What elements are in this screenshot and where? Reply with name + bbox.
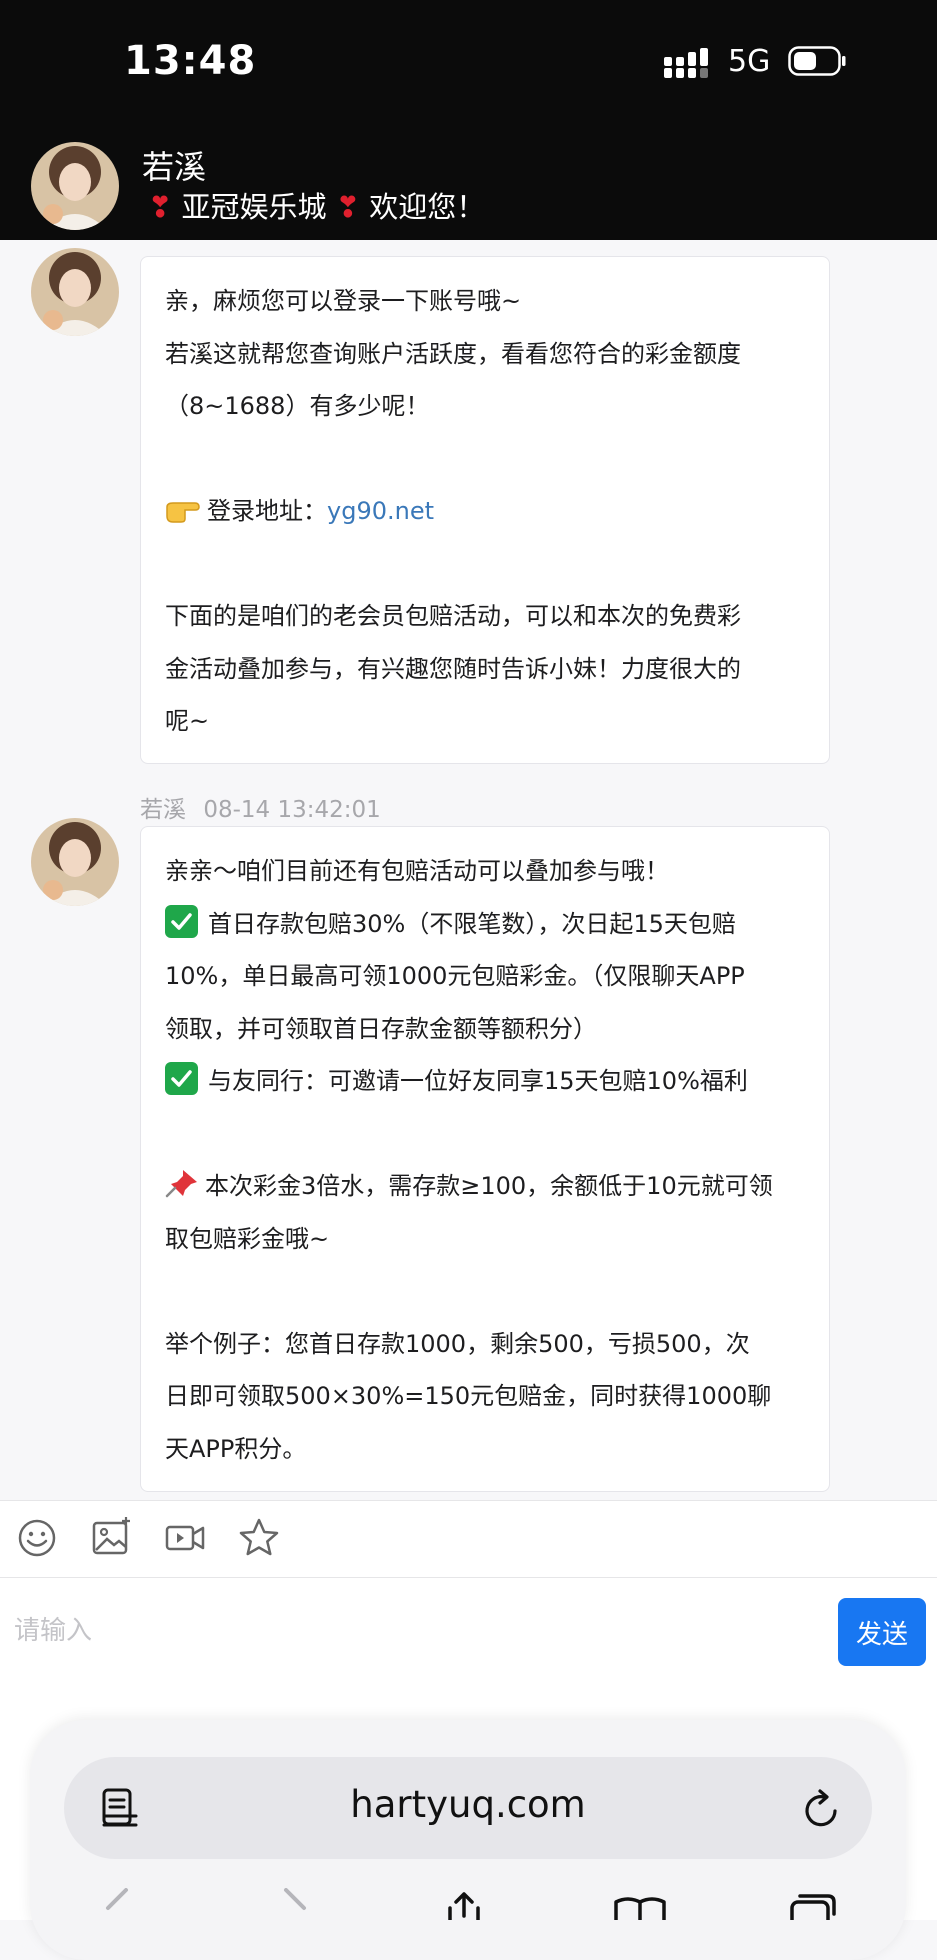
pin-text: 本次彩金3倍水，需存款≥100，余额低于10元就可领 <box>205 1172 773 1200</box>
composer-toolbar <box>0 1500 937 1578</box>
chat-header: 13:48 5G 若溪 ❣ 亚冠娱乐城 ❣ 欢迎您！ <box>0 0 937 240</box>
message-line: 领取，并可领取首日存款金额等额积分） <box>165 1014 597 1043</box>
pushpin-icon <box>165 1170 197 1198</box>
share-icon[interactable] <box>444 1892 484 1920</box>
login-link[interactable]: yg90.net <box>327 497 434 525</box>
bookmarks-icon[interactable] <box>612 1896 668 1920</box>
checkmark-icon <box>165 1062 198 1095</box>
video-icon[interactable] <box>164 1517 206 1559</box>
header-welcome: ❣ 亚冠娱乐城 ❣ 欢迎您！ <box>148 184 485 226</box>
tabs-icon[interactable] <box>788 1894 840 1920</box>
bullet-text: 与友同行：可邀请一位好友同享15天包赔10%福利 <box>208 1067 748 1095</box>
status-time: 13:48 <box>124 38 257 84</box>
chat-message-list[interactable]: 亲，麻烦您可以登录一下账号哦~ 若溪这就帮您查询账户活跃度，看看您符合的彩金额度… <box>0 240 937 1500</box>
emoji-icon[interactable] <box>16 1517 58 1559</box>
agent-name: 若溪 <box>142 148 207 186</box>
message-line: 10%，单日最高可领1000元包赔彩金。（仅限聊天APP <box>165 962 745 990</box>
pointing-hand-icon <box>166 502 200 523</box>
message-bubble: 亲亲～咱们目前还有包赔活动可以叠加参与哦！ 首日存款包赔30%（不限笔数），次日… <box>140 826 830 1492</box>
image-icon[interactable] <box>90 1517 132 1559</box>
url-text[interactable]: hartyuq.com <box>64 1783 872 1826</box>
message-bubble: 亲，麻烦您可以登录一下账号哦~ 若溪这就帮您查询账户活跃度，看看您符合的彩金额度… <box>140 256 830 764</box>
message-line: 亲亲～咱们目前还有包赔活动可以叠加参与哦！ <box>165 857 669 885</box>
message-avatar <box>31 248 119 336</box>
message-line: 若溪这就帮您查询账户活跃度，看看您符合的彩金额度 <box>165 339 741 368</box>
address-bar[interactable]: hartyuq.com <box>64 1757 872 1859</box>
message-line: 金活动叠加参与，有兴趣您随时告诉小妹！力度很大的 <box>165 654 741 683</box>
pin-line: 本次彩金3倍水，需存款≥100，余额低于10元就可领 <box>165 1160 807 1213</box>
back-icon[interactable] <box>100 1888 130 1920</box>
star-icon[interactable] <box>238 1517 280 1559</box>
forward-icon[interactable] <box>282 1888 312 1920</box>
message-line: 呢~ <box>165 707 210 735</box>
message-input[interactable] <box>12 1600 816 1662</box>
login-address-label: 登录地址： <box>207 497 327 525</box>
message-sender: 若溪 <box>140 797 186 823</box>
heart-icon: ❣ <box>148 190 173 224</box>
network-type: 5G <box>728 44 771 79</box>
heart-icon: ❣ <box>335 190 361 224</box>
cellular-signal-icon <box>664 48 708 78</box>
agent-avatar[interactable] <box>31 142 119 230</box>
reload-icon[interactable] <box>802 1787 842 1829</box>
welcome-text: 欢迎您！ <box>369 190 486 224</box>
message-line: 举个例子：您首日存款1000，剩余500，亏损500，次 <box>165 1329 750 1358</box>
message-line: 亲，麻烦您可以登录一下账号哦~ <box>165 287 522 315</box>
message-line: 日即可领取500×30%=150元包赔金，同时获得1000聊 <box>165 1382 772 1410</box>
message-timestamp: 08-14 13:42:01 <box>203 797 381 823</box>
composer: 发送 <box>0 1578 937 1698</box>
bullet-line: 与友同行：可邀请一位好友同享15天包赔10%福利 <box>165 1055 807 1108</box>
message-line: 天APP积分。 <box>165 1434 307 1463</box>
message-meta: 若溪 08-14 13:42:01 <box>140 790 381 824</box>
message-line: 取包赔彩金哦~ <box>165 1224 330 1253</box>
bullet-line: 首日存款包赔30%（不限笔数），次日起15天包赔 <box>165 898 807 951</box>
message-avatar <box>31 818 119 906</box>
casino-name: 亚冠娱乐城 <box>181 190 327 224</box>
login-address-line: 登录地址：yg90.net <box>165 485 807 538</box>
message-line: （8~1688）有多少呢！ <box>165 392 430 420</box>
checkmark-icon <box>165 904 198 938</box>
bullet-text: 首日存款包赔30%（不限笔数），次日起15天包赔 <box>208 909 736 938</box>
send-button[interactable]: 发送 <box>838 1598 926 1666</box>
message-line: 下面的是咱们的老会员包赔活动，可以和本次的免费彩 <box>165 602 741 630</box>
battery-icon <box>788 46 846 76</box>
